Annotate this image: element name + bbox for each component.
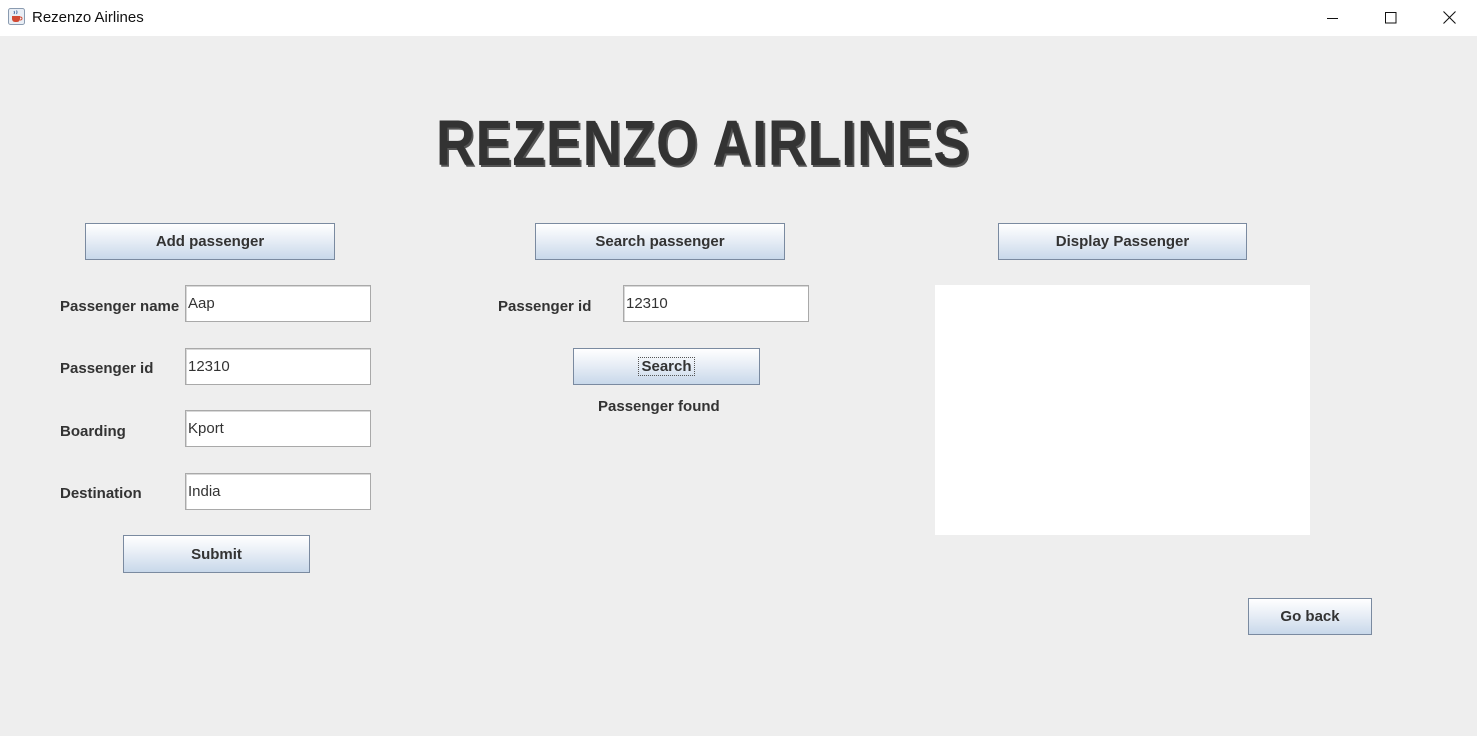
- boarding-field[interactable]: [185, 410, 371, 447]
- passenger-name-field[interactable]: [185, 285, 371, 322]
- go-back-button[interactable]: Go back: [1248, 598, 1372, 635]
- title-bar: Rezenzo Airlines: [0, 0, 1477, 36]
- search-passenger-id-label: Passenger id: [498, 298, 592, 315]
- passenger-name-label: Passenger name: [60, 298, 180, 315]
- passenger-id-field[interactable]: [185, 348, 371, 385]
- minimize-button[interactable]: [1304, 0, 1362, 35]
- destination-field[interactable]: [185, 473, 371, 510]
- maximize-icon: [1385, 11, 1397, 23]
- passenger-id-label: Passenger id: [60, 360, 154, 377]
- search-button[interactable]: Search: [573, 348, 760, 385]
- submit-button[interactable]: Submit: [123, 535, 310, 573]
- display-passenger-button[interactable]: Display Passenger: [998, 223, 1247, 260]
- passenger-display-area[interactable]: [935, 285, 1310, 535]
- search-passenger-button[interactable]: Search passenger: [535, 223, 785, 260]
- boarding-label: Boarding: [60, 423, 126, 440]
- close-icon: [1442, 11, 1456, 24]
- minimize-icon: [1327, 17, 1338, 19]
- add-passenger-button[interactable]: Add passenger: [85, 223, 335, 260]
- airline-logo-heading: REZENZO AIRLINES: [436, 107, 971, 179]
- java-cup-icon: [8, 8, 25, 25]
- main-panel: REZENZO AIRLINES Add passenger Passenger…: [0, 36, 1477, 736]
- search-status-text: Passenger found: [598, 398, 720, 415]
- maximize-button[interactable]: [1362, 0, 1420, 35]
- search-button-label: Search: [638, 357, 695, 376]
- destination-label: Destination: [60, 485, 142, 502]
- search-passenger-id-field[interactable]: [623, 285, 809, 322]
- close-button[interactable]: [1420, 0, 1477, 35]
- window-title: Rezenzo Airlines: [32, 9, 144, 26]
